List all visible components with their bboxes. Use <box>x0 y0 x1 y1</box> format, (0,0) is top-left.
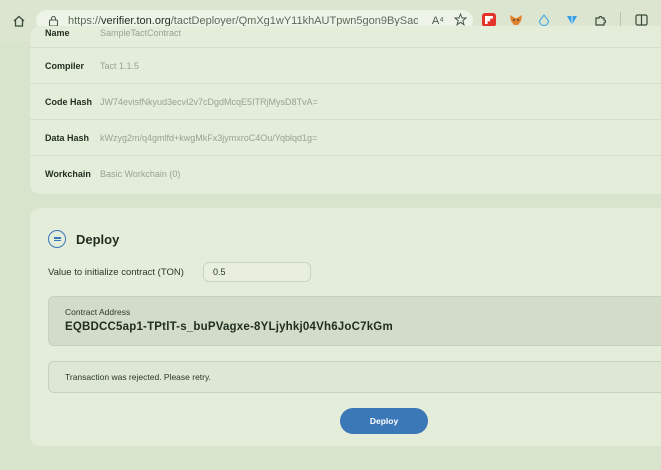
contract-info-card: Name SampleTactContract Compiler Tact 1.… <box>30 26 661 194</box>
info-key: Compiler <box>45 60 85 71</box>
info-key: Name <box>45 28 70 38</box>
deploy-card: Deploy Value to initialize contract (TON… <box>30 208 661 446</box>
info-key: Code Hash <box>45 96 93 107</box>
contract-address-value: EQBDCC5ap1-TPtlT-s_buPVagxe-8YLjyhkj04Vh… <box>65 321 393 333</box>
transaction-status-text: Transaction was rejected. Please retry. <box>65 372 211 382</box>
deploy-heading: Deploy <box>76 231 120 247</box>
info-row-compiler: Compiler Tact 1.1.5 <box>30 48 661 84</box>
info-value: kWzyg2m/q4gmlfd+kwgMkFx3jymxroC4Ou/Yqblq… <box>100 132 318 143</box>
info-row-code-hash: Code Hash JW74evisfNkyud3ecvI2v7cDgdMcqE… <box>30 84 661 120</box>
info-key: Workchain <box>45 169 91 179</box>
contract-address-box: Contract Address EQBDCC5ap1-TPtlT-s_buPV… <box>48 296 661 346</box>
contract-address-label: Contract Address <box>65 307 131 317</box>
info-row-workchain: Workchain Basic Workchain (0) <box>30 156 661 192</box>
deploy-section-title: Deploy <box>48 230 119 248</box>
deploy-button[interactable]: Deploy <box>340 408 428 434</box>
deploy-icon <box>48 230 66 248</box>
flipboard-icon[interactable] <box>482 13 496 27</box>
home-icon[interactable] <box>10 12 28 30</box>
info-value: SampleTactContract <box>100 28 182 38</box>
info-row-data-hash: Data Hash kWzyg2m/q4gmlfd+kwgMkFx3jymxro… <box>30 120 661 156</box>
value-input[interactable]: 0.5 <box>203 262 311 282</box>
info-row-name: Name SampleTactContract <box>30 26 661 48</box>
info-value: Tact 1.1.5 <box>100 60 140 71</box>
info-key: Data Hash <box>45 132 90 143</box>
info-value: Basic Workchain (0) <box>100 169 181 179</box>
info-value: JW74evisfNkyud3ecvI2v7cDgdMcqE5ITRjMysD8… <box>100 96 318 107</box>
transaction-status-box: Transaction was rejected. Please retry. <box>48 361 661 393</box>
value-label: Value to initialize contract (TON) <box>48 267 184 278</box>
